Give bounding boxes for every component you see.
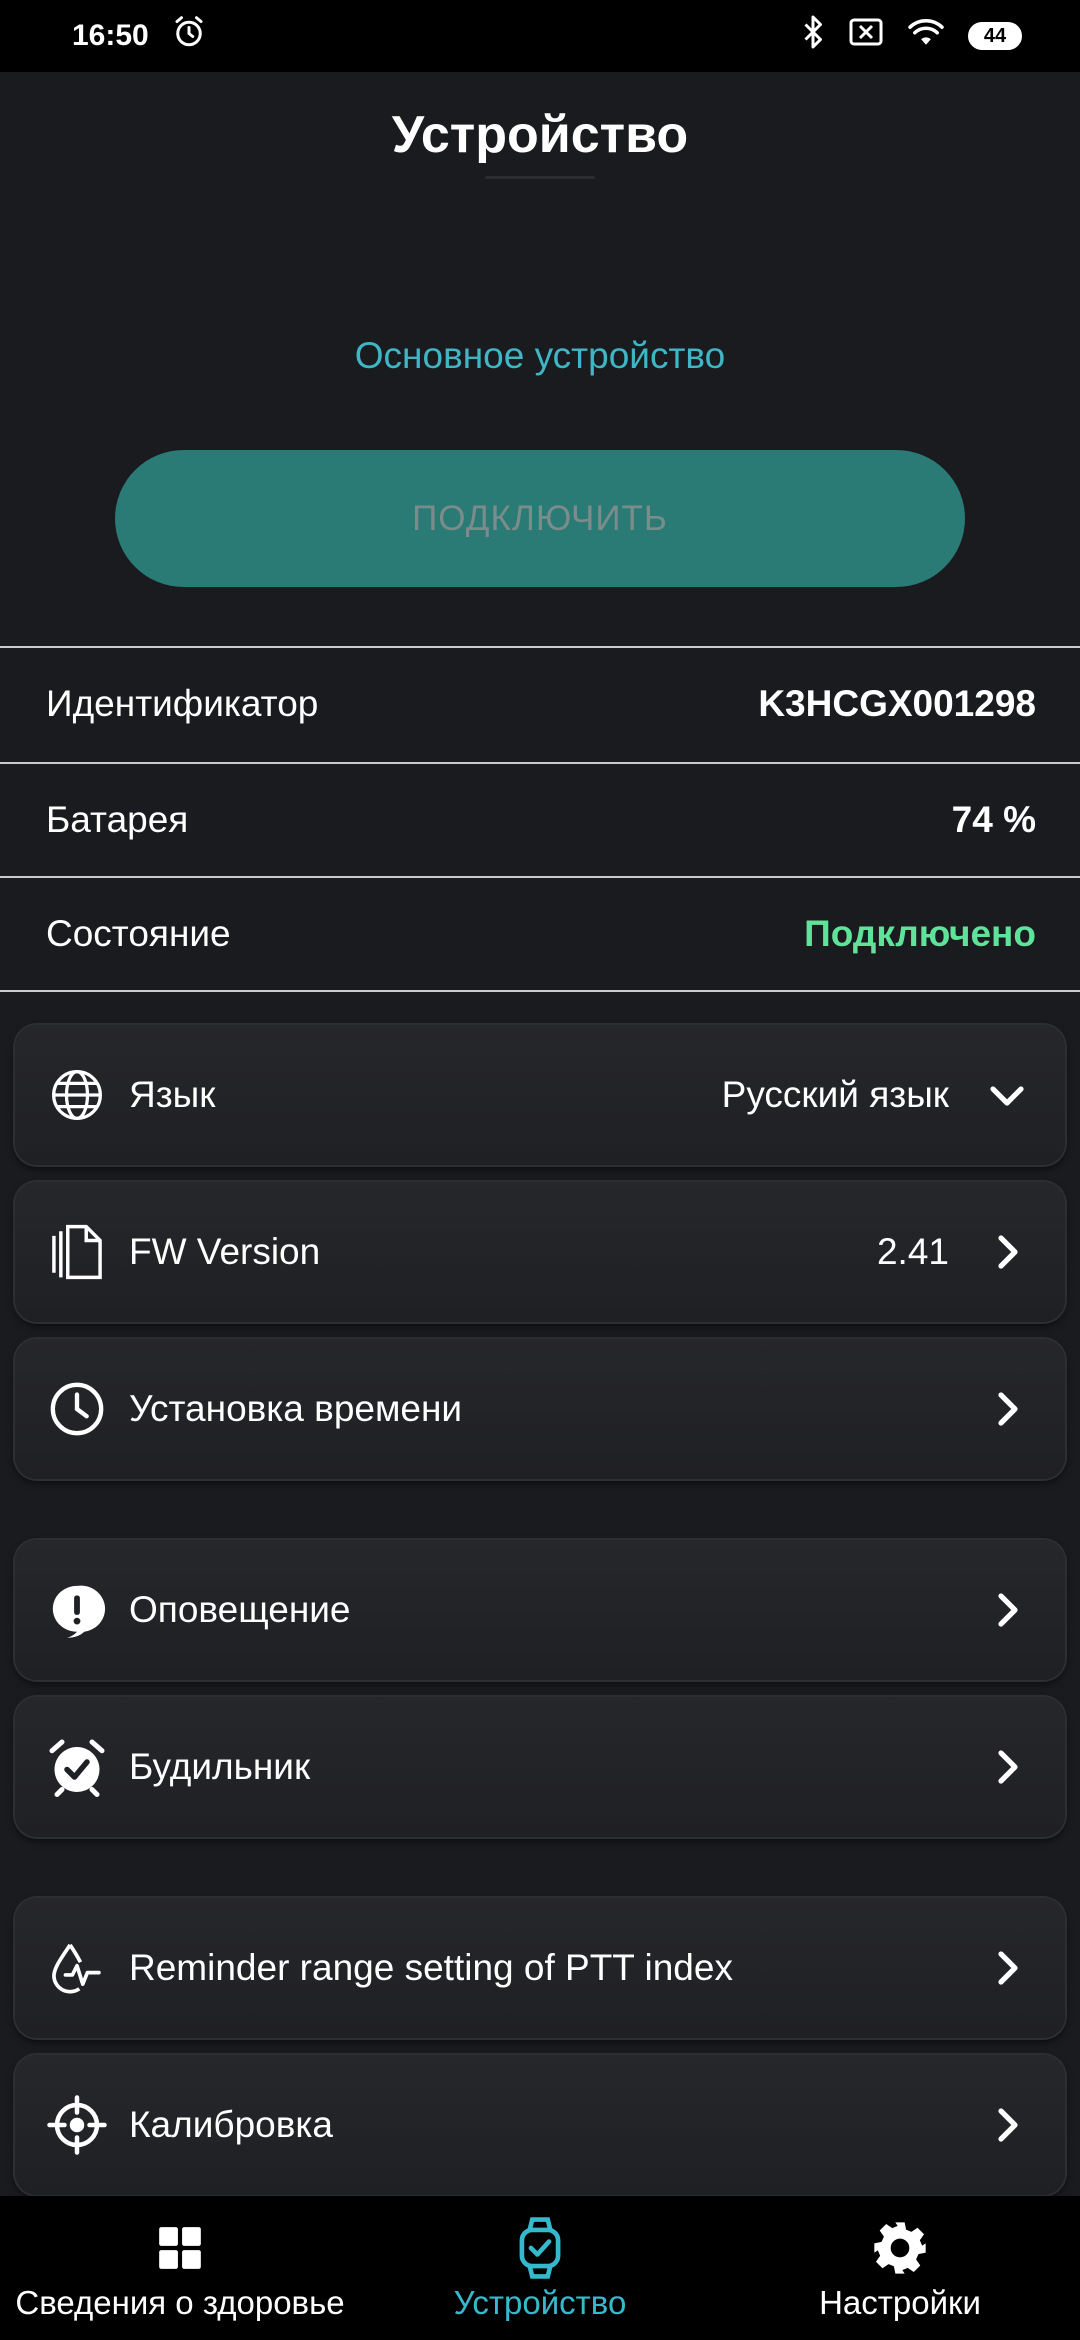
bluetooth-icon — [800, 14, 826, 58]
info-row-status: Состояние Подключено — [0, 876, 1080, 990]
notification-setting[interactable]: Оповещение — [15, 1540, 1065, 1680]
globe-icon — [47, 1065, 107, 1125]
alarm-setting[interactable]: Будильник — [15, 1697, 1065, 1837]
page-title: Устройство — [391, 106, 689, 164]
chevron-right-icon — [989, 1950, 1025, 1986]
alarm-label: Будильник — [129, 1746, 311, 1787]
sim-off-icon — [848, 17, 884, 55]
gear-icon — [872, 2218, 928, 2278]
wifi-icon — [906, 16, 946, 56]
alert-icon — [47, 1580, 107, 1640]
chevron-right-icon — [989, 1391, 1025, 1427]
chevron-right-icon — [989, 1749, 1025, 1785]
fw-version-setting[interactable]: FW Version 2.41 — [15, 1182, 1065, 1322]
chevron-down-icon — [989, 1077, 1025, 1113]
battery-indicator: 44 — [968, 22, 1022, 50]
alarm-status-icon — [171, 14, 207, 58]
time-setting[interactable]: Установка времени — [15, 1339, 1065, 1479]
language-label: Язык — [129, 1074, 216, 1115]
identifier-label: Идентификатор — [46, 683, 319, 724]
chevron-right-icon — [989, 2107, 1025, 2143]
bottom-nav: Сведения о здоровье Устройство Настройки — [0, 2196, 1080, 2340]
calibration-label: Калибровка — [129, 2104, 333, 2145]
calibration-setting[interactable]: Калибровка — [15, 2055, 1065, 2195]
fw-version-value: 2.41 — [876, 1231, 949, 1272]
time-setting-label: Установка времени — [129, 1388, 463, 1429]
chevron-right-icon — [989, 1592, 1025, 1628]
title-underline — [485, 176, 595, 179]
ptt-reminder-setting[interactable]: Reminder range setting of PTT index — [15, 1898, 1065, 2038]
chevron-right-icon — [989, 1234, 1025, 1270]
drop-pulse-icon — [47, 1938, 107, 1998]
watch-icon — [512, 2217, 568, 2279]
crosshair-icon — [47, 2095, 107, 2155]
divider — [0, 990, 1080, 992]
nav-label-settings: Настройки — [819, 2284, 981, 2321]
identifier-value: K3HCGX001298 — [758, 683, 1036, 724]
nav-item-health[interactable]: Сведения о здоровье — [0, 2196, 360, 2340]
language-value: Русский язык — [721, 1074, 949, 1115]
grid-icon — [152, 2218, 208, 2278]
info-row-identifier: Идентификатор K3HCGX001298 — [0, 646, 1080, 760]
alarm-clock-icon — [47, 1737, 107, 1797]
notification-label: Оповещение — [129, 1589, 351, 1630]
status-bar: 16:50 44 — [0, 0, 1080, 72]
nav-item-device[interactable]: Устройство — [360, 2196, 720, 2340]
language-setting[interactable]: Язык Русский язык — [15, 1025, 1065, 1165]
info-row-battery: Батарея 74 % — [0, 762, 1080, 876]
status-label: Состояние — [46, 913, 231, 954]
document-icon — [47, 1222, 107, 1282]
fw-version-label: FW Version — [129, 1231, 321, 1272]
nav-label-device: Устройство — [453, 2284, 627, 2321]
battery-value: 74 % — [951, 799, 1036, 840]
main-device-label: Основное устройство — [354, 335, 726, 376]
battery-label: Батарея — [46, 799, 189, 840]
status-value: Подключено — [804, 913, 1036, 954]
nav-item-settings[interactable]: Настройки — [720, 2196, 1080, 2340]
clock-icon — [47, 1379, 107, 1439]
status-time: 16:50 — [72, 19, 149, 52]
ptt-reminder-label: Reminder range setting of PTT index — [129, 1947, 733, 1988]
connect-button[interactable]: ПОДКЛЮЧИТЬ — [115, 450, 965, 587]
nav-label-health: Сведения о здоровье — [15, 2284, 345, 2321]
